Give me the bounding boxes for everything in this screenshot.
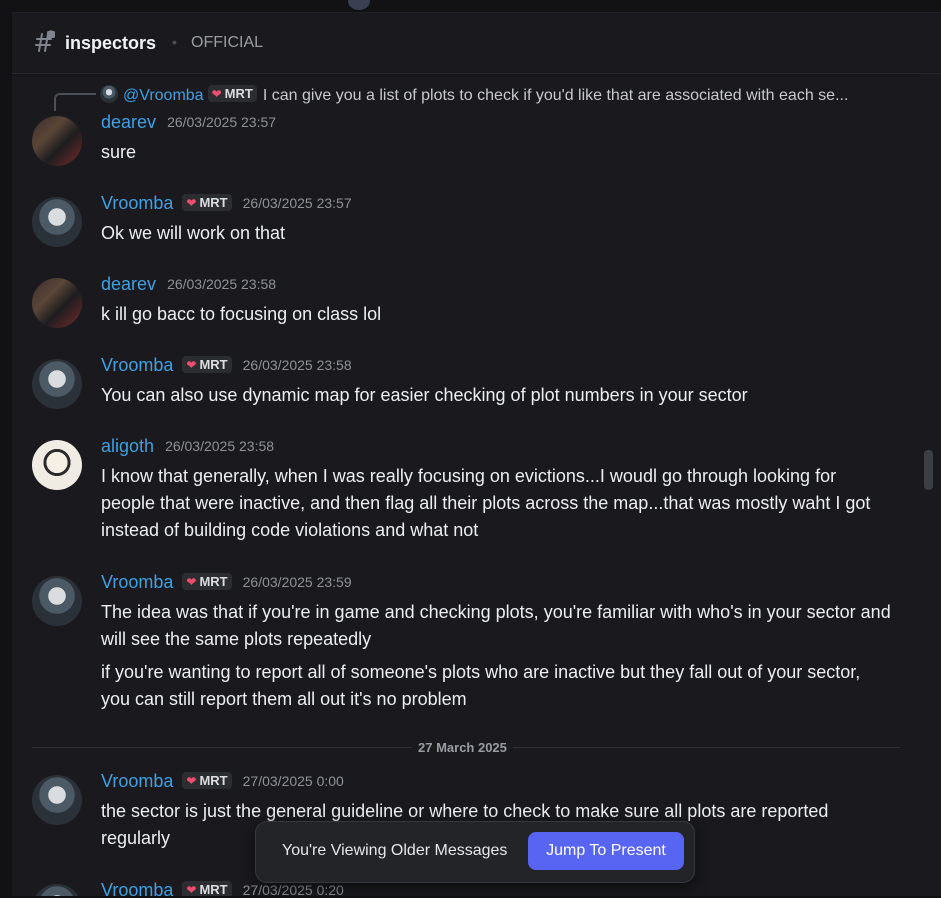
message-text: if you're wanting to report all of someo… (101, 662, 861, 709)
window-top-strip (0, 0, 941, 13)
role-tag[interactable]: ❤ MRT (182, 194, 232, 211)
date-divider-label: 27 March 2025 (412, 740, 513, 755)
scrollbar-thumb[interactable] (924, 450, 933, 490)
role-tag[interactable]: ❤ MRT (182, 356, 232, 373)
avatar[interactable] (32, 116, 82, 166)
reply-spine (54, 93, 96, 111)
author-name[interactable]: dearev (101, 274, 156, 294)
topic-separator: • (172, 34, 177, 50)
timestamp: 26/03/2025 23:58 (242, 357, 352, 373)
heart-icon: ❤ (186, 196, 197, 210)
role-tag[interactable]: ❤ MRT (182, 772, 232, 789)
heart-icon: ❤ (186, 883, 197, 897)
reply-avatar (100, 85, 118, 103)
avatar[interactable] (32, 440, 82, 490)
author-name[interactable]: Vroomba (101, 771, 173, 791)
message-text: sure (101, 142, 137, 162)
avatar[interactable] (32, 278, 82, 328)
server-icon (348, 0, 370, 10)
reply-author[interactable]: @Vroomba (123, 87, 204, 104)
jump-to-present-button[interactable]: Jump To Present (528, 832, 684, 870)
timestamp: 27/03/2025 0:00 (242, 773, 344, 789)
message-author-line: aligoth 26/03/2025 23:58 (101, 436, 274, 457)
author-name[interactable]: Vroomba (101, 355, 173, 375)
message-text: Ok we will work on that (101, 223, 286, 243)
avatar[interactable] (32, 775, 82, 825)
hashtag-locked-icon (35, 30, 55, 52)
message-author-line: Vroomba ❤ MRT 27/03/2025 0:00 (101, 771, 344, 792)
left-rail (0, 12, 12, 898)
message-author-line: dearev 26/03/2025 23:57 (101, 112, 276, 133)
older-messages-text: You're Viewing Older Messages (282, 842, 508, 859)
reply-preview[interactable]: @Vroomba ❤ MRT I can give you a list of plo… (100, 85, 873, 105)
avatar[interactable] (32, 359, 82, 409)
timestamp: 26/03/2025 23:58 (167, 276, 277, 292)
author-name[interactable]: Vroomba (101, 572, 173, 592)
message-text: The idea was that if you're in game and … (101, 602, 891, 649)
heart-icon: ❤ (186, 774, 197, 788)
timestamp: 26/03/2025 23:57 (167, 114, 277, 130)
heart-icon: ❤ (186, 358, 197, 372)
message-author-line: Vroomba ❤ MRT 26/03/2025 23:57 (101, 193, 352, 214)
channel-header: inspectors • OFFICIAL (12, 13, 941, 74)
role-tag[interactable]: ❤ MRT (182, 573, 232, 590)
reply-role-tag: ❤ MRT (207, 85, 257, 102)
message-list[interactable]: @Vroomba ❤ MRT I can give you a list of plo… (12, 74, 920, 898)
channel-name: inspectors (65, 33, 157, 53)
reply-text[interactable]: I can give you a list of plots to check … (263, 87, 873, 105)
message-author-line: Vroomba ❤ MRT 26/03/2025 23:58 (101, 355, 352, 376)
avatar[interactable] (32, 576, 82, 626)
message-text: I know that generally, when I was really… (101, 466, 871, 540)
heart-icon: ❤ (186, 575, 197, 589)
message-text: You can also use dynamic map for easier … (101, 385, 748, 405)
channel-topic[interactable]: OFFICIAL (191, 34, 263, 52)
author-name[interactable]: Vroomba (101, 193, 173, 213)
message-author-line: Vroomba ❤ MRT 26/03/2025 23:59 (101, 572, 352, 593)
message-author-line: dearev 26/03/2025 23:58 (101, 274, 276, 295)
message-text: k ill go bacc to focusing on class lol (101, 304, 382, 324)
timestamp: 26/03/2025 23:57 (242, 195, 352, 211)
older-messages-banner: You're Viewing Older Messages Jump To Pr… (255, 821, 695, 883)
timestamp: 26/03/2025 23:58 (165, 438, 275, 454)
author-name[interactable]: aligoth (101, 436, 154, 456)
heart-icon: ❤ (211, 87, 222, 101)
timestamp: 26/03/2025 23:59 (242, 574, 352, 590)
avatar[interactable] (32, 197, 82, 247)
author-name[interactable]: dearev (101, 112, 156, 132)
